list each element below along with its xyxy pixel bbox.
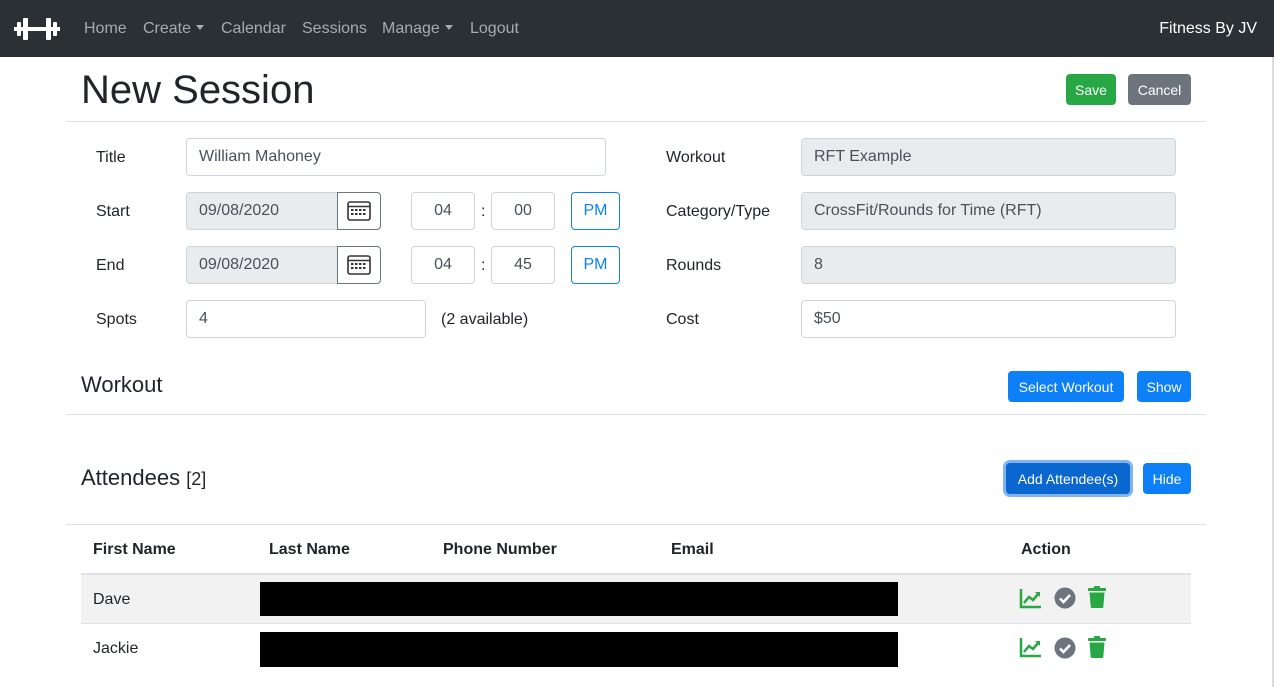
attendees-count: [2] [186,469,207,489]
nav-calendar[interactable]: Calendar [221,18,286,40]
nav-create[interactable]: Create [143,18,205,40]
time-separator: : [481,203,486,220]
select-workout-button[interactable]: Select Workout [1008,371,1124,402]
start-ampm-toggle[interactable]: PM [571,192,620,230]
check-circle-icon[interactable] [1053,636,1077,660]
workout-label: Workout [666,149,726,166]
cost-label: Cost [666,311,699,328]
hide-attendees-button[interactable]: Hide [1143,463,1191,494]
nav-sessions[interactable]: Sessions [302,18,367,40]
end-hour-input[interactable]: 04 [411,246,475,284]
start-label: Start [96,203,130,220]
start-calendar-button[interactable] [337,192,381,230]
show-workout-button[interactable]: Show [1137,371,1191,402]
check-circle-icon[interactable] [1053,586,1077,610]
chevron-down-icon [196,25,205,30]
trash-icon[interactable] [1085,635,1109,659]
nav-manage[interactable]: Manage [382,18,453,40]
workout-field: RFT Example [801,138,1176,176]
nav-logout[interactable]: Logout [470,18,519,40]
category-label: Category/Type [666,203,771,220]
title-input[interactable]: William Mahoney [186,138,606,176]
redacted-block [260,582,898,616]
add-attendees-button[interactable]: Add Attendee(s) [1006,463,1130,494]
redacted-block [260,632,898,667]
chart-line-icon[interactable] [1019,586,1043,610]
col-last-name: Last Name [269,541,350,558]
spots-available-text: (2 available) [441,311,529,328]
page-title: New Session [81,68,315,112]
end-calendar-button[interactable] [337,246,381,284]
workout-heading: Workout [81,372,163,397]
navbar: Home Create Calendar Sessions Manage Log… [0,0,1274,57]
category-field: CrossFit/Rounds for Time (RFT) [801,192,1176,230]
trash-icon[interactable] [1085,585,1109,609]
attendees-heading: Attendees [2] [81,464,206,493]
start-hour-input[interactable]: 04 [411,192,475,230]
spots-label: Spots [96,311,137,328]
end-date-input[interactable]: 09/08/2020 [186,246,338,284]
title-label: Title [96,149,126,166]
end-ampm-toggle[interactable]: PM [571,246,620,284]
first-name-cell: Dave [93,591,131,608]
time-separator: : [481,257,486,274]
attendees-heading-label: Attendees [81,465,181,490]
chart-line-icon[interactable] [1019,635,1043,659]
col-action: Action [1021,541,1071,558]
save-button[interactable]: Save [1066,74,1116,105]
end-label: End [96,257,125,274]
rounds-field: 8 [801,246,1176,284]
nav-manage-label: Manage [382,20,440,37]
cancel-button[interactable]: Cancel [1128,74,1191,105]
col-first-name: First Name [93,541,176,558]
spots-input[interactable]: 4 [186,300,426,338]
first-name-cell: Jackie [93,640,139,657]
calendar-icon [347,255,371,275]
col-email: Email [671,541,714,558]
table-row: Dave [81,575,1191,623]
table-row: Jackie [81,623,1191,673]
start-date-input[interactable]: 09/08/2020 [186,192,338,230]
divider [66,524,1206,525]
col-phone-number: Phone Number [443,541,557,558]
cost-input[interactable]: $50 [801,300,1176,338]
nav-create-label: Create [143,20,192,37]
brand-name[interactable]: Fitness By JV [1159,18,1257,40]
chevron-down-icon [444,25,453,30]
divider [66,121,1206,122]
calendar-icon [347,201,371,221]
end-minute-input[interactable]: 45 [491,246,555,284]
rounds-label: Rounds [666,257,722,274]
dumbbell-icon[interactable] [14,16,60,42]
nav-home[interactable]: Home [84,18,127,40]
start-minute-input[interactable]: 00 [491,192,555,230]
divider [66,414,1206,415]
